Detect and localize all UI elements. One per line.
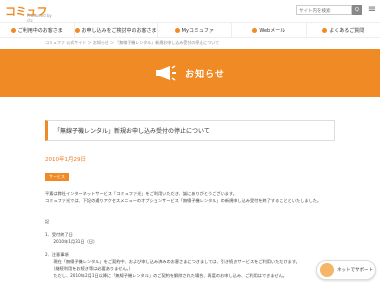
body-line: （継続利用をお続き等は必要ありません。） <box>45 266 133 271</box>
category-badge: サービス <box>45 173 69 181</box>
user-icon <box>10 27 16 33</box>
body-line: コミュファ光では、下記の通りアクセスメニューのオプションサービス「無線子機レンタ… <box>45 198 322 203</box>
article-date: 2010年1月29日 <box>45 157 86 163</box>
nav-item-faq[interactable]: よくあるご質問 <box>307 23 380 37</box>
heart-icon <box>174 27 180 33</box>
net-support-button[interactable]: ネットでサポート <box>316 260 376 280</box>
body-line: 現在「無線子機レンタル」をご契約中、および申し込み済みのお客さまにつきましては、… <box>45 259 300 264</box>
article-body: 平素は弊社インターネットサービス「コミュファ光」をご利用いただき、誠にありがとう… <box>45 190 335 279</box>
nav-label: よくあるご質問 <box>329 27 365 34</box>
body-line: 記 <box>45 219 50 224</box>
menu-icon[interactable]: ≡ <box>366 4 378 16</box>
site-header: コミュファ Produced by ctc Q ≡ <box>0 0 380 34</box>
article-title: 「無線子機レンタル」新規お申し込み受付の停止について <box>45 120 335 141</box>
support-label: ネットでサポート <box>337 268 373 273</box>
nav-label: Webメール <box>259 27 286 34</box>
body-line: 平素は弊社インターネットサービス「コミュファ光」をご利用いただき、誠にありがとう… <box>45 191 237 196</box>
mail-icon <box>252 27 258 33</box>
question-icon <box>322 27 328 33</box>
nav-item-prospective[interactable]: お申し込みをご検討中のお客さま <box>74 23 158 37</box>
body-line: ただし、2010年2月1日以降に「無線子機レンタル」のご契約を解除された場合、再… <box>45 273 287 278</box>
body-line: 2．注意事項 <box>45 252 69 257</box>
nav-item-my-commufa[interactable]: Myコミュファ <box>158 23 233 37</box>
mascot-icon <box>320 263 334 277</box>
page-banner: お知らせ <box>0 49 380 97</box>
page-title: お知らせ <box>185 69 225 80</box>
global-nav: ご利用中のお客さま お申し込みをご検討中のお客さま Myコミュファ Webメール… <box>0 22 380 38</box>
nav-label: お申し込みをご検討中のお客さま <box>81 27 157 34</box>
body-line: 1．受付終了日 <box>45 232 73 237</box>
search-input[interactable] <box>296 5 352 15</box>
nav-item-webmail[interactable]: Webメール <box>232 23 307 37</box>
search-button[interactable]: Q <box>352 5 362 15</box>
article: 「無線子機レンタル」新規お申し込み受付の停止について 2010年1月29日 サー… <box>45 120 335 279</box>
breadcrumb: コミュファ 公式サイト ＞ お知らせ ＞ 「無線子機レンタル」新規お申し込み受付… <box>45 40 220 45</box>
commufa-logo[interactable]: コミュファ Produced by ctc <box>5 3 55 34</box>
body-line: 2010年1月31日（日） <box>45 239 98 244</box>
nav-label: Myコミュファ <box>181 27 214 34</box>
megaphone-icon <box>156 65 177 81</box>
cart-icon <box>74 27 80 33</box>
nav-label: ご利用中のお客さま <box>17 27 63 34</box>
nav-item-current-users[interactable]: ご利用中のお客さま <box>0 23 75 37</box>
